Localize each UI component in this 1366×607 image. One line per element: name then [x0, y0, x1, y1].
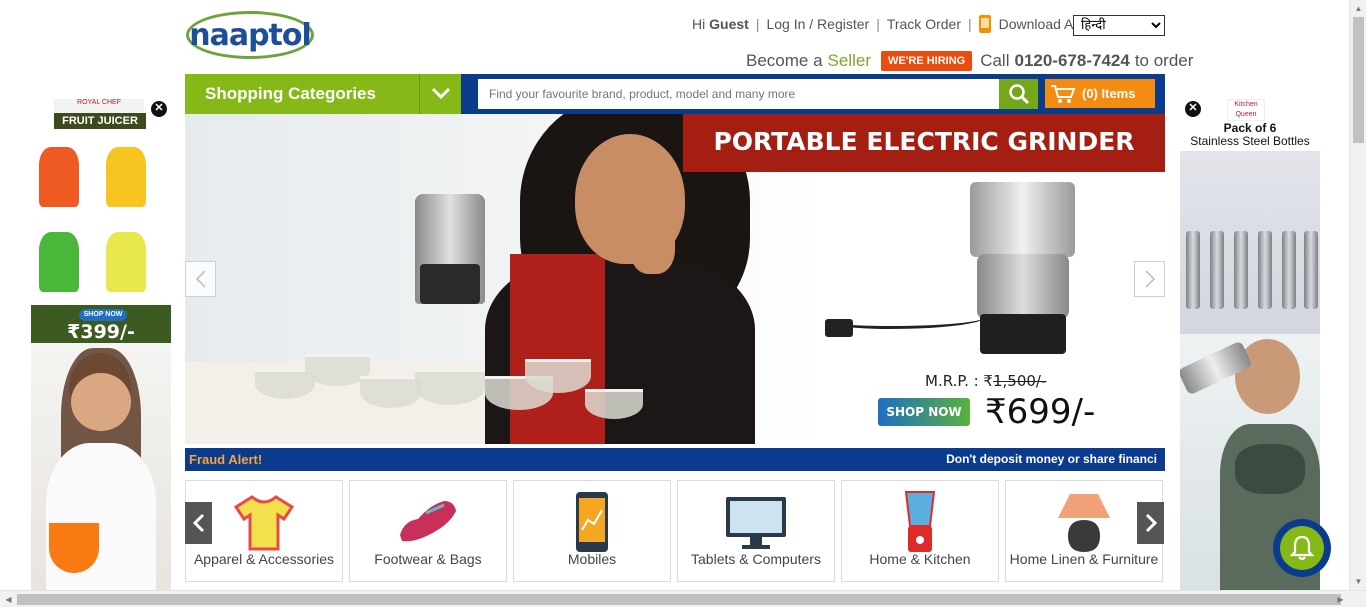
logo-text: naaptol — [189, 17, 312, 53]
chevron-left-icon — [195, 270, 206, 288]
greeting: Hi Guest — [692, 16, 749, 32]
product-grinder-base — [980, 314, 1066, 354]
spice-bowl — [585, 389, 643, 419]
ad-shop-now[interactable]: SHOP NOW — [79, 309, 127, 321]
banner-prev-button[interactable] — [185, 261, 216, 297]
right-side-ad[interactable]: Kitchen Queen Pack of 6 Stainless Steel … — [1180, 97, 1320, 590]
ad-brand: Kitchen Queen — [1227, 99, 1265, 121]
mobile-icon — [560, 490, 624, 554]
category-label: Mobiles — [567, 551, 617, 567]
product-grinder-lid — [970, 182, 1075, 257]
fraud-alert-title: Fraud Alert! — [189, 452, 263, 467]
banner-title: PORTABLE ELECTRIC GRINDER — [683, 114, 1165, 172]
bell-icon — [1290, 535, 1314, 561]
juicer-image — [39, 232, 79, 292]
juicer-image — [39, 147, 79, 207]
to-order-label: to order — [1134, 51, 1194, 70]
lamp-icon — [1052, 490, 1116, 554]
hero-banner[interactable]: PORTABLE ELECTRIC GRINDER M.R.P. : ₹1,50… — [185, 114, 1165, 444]
spice-bowl — [415, 369, 485, 405]
category-label: Footwear & Bags — [374, 551, 482, 567]
category-carousel: Apparel & Accessories Footwear & Bags Mo… — [185, 480, 1165, 582]
mrp-label: M.R.P. : ₹1,500/- — [925, 372, 1047, 390]
top-links: Hi Guest | Log In / Register | Track Ord… — [692, 15, 1100, 33]
category-tile-home-kitchen[interactable]: Home & Kitchen — [841, 480, 999, 582]
category-tile-footwear[interactable]: Footwear & Bags — [349, 480, 507, 582]
product-grinder-body — [977, 254, 1069, 319]
chevron-left-icon — [192, 513, 204, 533]
scroll-left-icon[interactable]: ◀ — [0, 591, 17, 607]
scrollbar-thumb[interactable] — [1353, 17, 1364, 143]
ad-headline: Pack of 6 — [1223, 121, 1277, 135]
category-label: Tablets & Computers — [691, 551, 821, 567]
horizontal-scrollbar[interactable]: ◀ ▶ — [0, 590, 1366, 607]
thumbs-up-hand — [630, 214, 675, 274]
phone-number: 0120-678-7424 — [1014, 51, 1130, 70]
scroll-up-icon[interactable]: ▲ — [1350, 0, 1366, 17]
mrp-value: 1,500/- — [992, 372, 1047, 390]
ad-subline: Stainless Steel Bottles — [1190, 134, 1310, 148]
model-sari — [510, 254, 605, 444]
naaptol-logo[interactable]: naaptol — [186, 11, 314, 59]
ad-bottles-image — [1180, 151, 1320, 334]
close-icon[interactable]: ✕ — [151, 101, 167, 117]
category-label: Apparel & Accessories — [193, 551, 335, 567]
blender-icon — [888, 490, 952, 554]
ad-model-image — [31, 343, 171, 590]
scrollbar-thumb[interactable] — [17, 594, 1341, 605]
category-next-button[interactable] — [1137, 502, 1164, 544]
seller-row: Become a Seller WE'RE HIRING Call 0120-6… — [746, 51, 1193, 71]
fraud-alert-message: Don't deposit money or share financi — [946, 452, 1157, 466]
cart-count: (0) Items — [1082, 86, 1136, 101]
grinder-base — [420, 264, 480, 304]
category-label: Home & Kitchen — [869, 551, 971, 567]
banner-next-button[interactable] — [1134, 261, 1165, 297]
language-select[interactable]: हिन्दी — [1073, 15, 1165, 36]
become-label: Become a — [746, 51, 823, 70]
scroll-right-icon[interactable]: ▶ — [1332, 591, 1349, 607]
scroll-down-icon[interactable]: ▼ — [1350, 573, 1366, 590]
fraud-alert-bar: Fraud Alert! Don't deposit money or shar… — [185, 448, 1165, 471]
call-label: Call — [980, 51, 1010, 70]
juicer-image — [106, 147, 146, 207]
category-prev-button[interactable] — [185, 502, 212, 544]
hiring-badge[interactable]: WE'RE HIRING — [881, 51, 973, 71]
monitor-icon — [724, 490, 788, 554]
notification-button[interactable] — [1273, 519, 1331, 577]
login-register-link[interactable]: Log In / Register — [766, 16, 869, 32]
chevron-right-icon — [1144, 270, 1155, 288]
cart-button[interactable]: (0) Items — [1045, 79, 1155, 108]
ad-price: ₹399/- — [67, 321, 135, 343]
chevron-down-icon[interactable] — [419, 74, 461, 114]
shopping-categories-button[interactable]: Shopping Categories — [185, 74, 419, 114]
category-label: Home Linen & Furniture — [1009, 551, 1159, 567]
shoe-icon — [396, 490, 460, 554]
search-input[interactable] — [478, 79, 999, 109]
nav-bar: Shopping Categories (0) Items — [185, 74, 1165, 114]
cart-icon — [1051, 84, 1076, 103]
page: naaptol Hi Guest | Log In / Register | T… — [0, 0, 1366, 607]
offer-price: ₹699/- — [985, 392, 1096, 432]
track-order-link[interactable]: Track Order — [887, 16, 961, 32]
category-tile-tablets[interactable]: Tablets & Computers — [677, 480, 835, 582]
category-tile-mobiles[interactable]: Mobiles — [513, 480, 671, 582]
spice-bowl — [360, 376, 422, 408]
search-icon[interactable] — [999, 79, 1038, 109]
vertical-scrollbar[interactable]: ▲ ▼ — [1349, 0, 1366, 590]
left-side-ad[interactable]: ROYAL CHEF FRUIT JUICER SHOP NOW ₹399/- — [31, 97, 171, 590]
tshirt-icon — [232, 490, 296, 554]
chevron-right-icon — [1145, 513, 1157, 533]
seller-link[interactable]: Seller — [828, 51, 871, 71]
close-icon[interactable]: ✕ — [1185, 101, 1201, 117]
shop-now-button[interactable]: SHOP NOW — [878, 398, 970, 426]
juicer-image — [106, 232, 146, 292]
ad-product-name: FRUIT JUICER — [54, 113, 146, 129]
plug — [825, 319, 853, 337]
mobile-phone-icon — [978, 15, 991, 33]
spice-bowl — [525, 359, 591, 393]
